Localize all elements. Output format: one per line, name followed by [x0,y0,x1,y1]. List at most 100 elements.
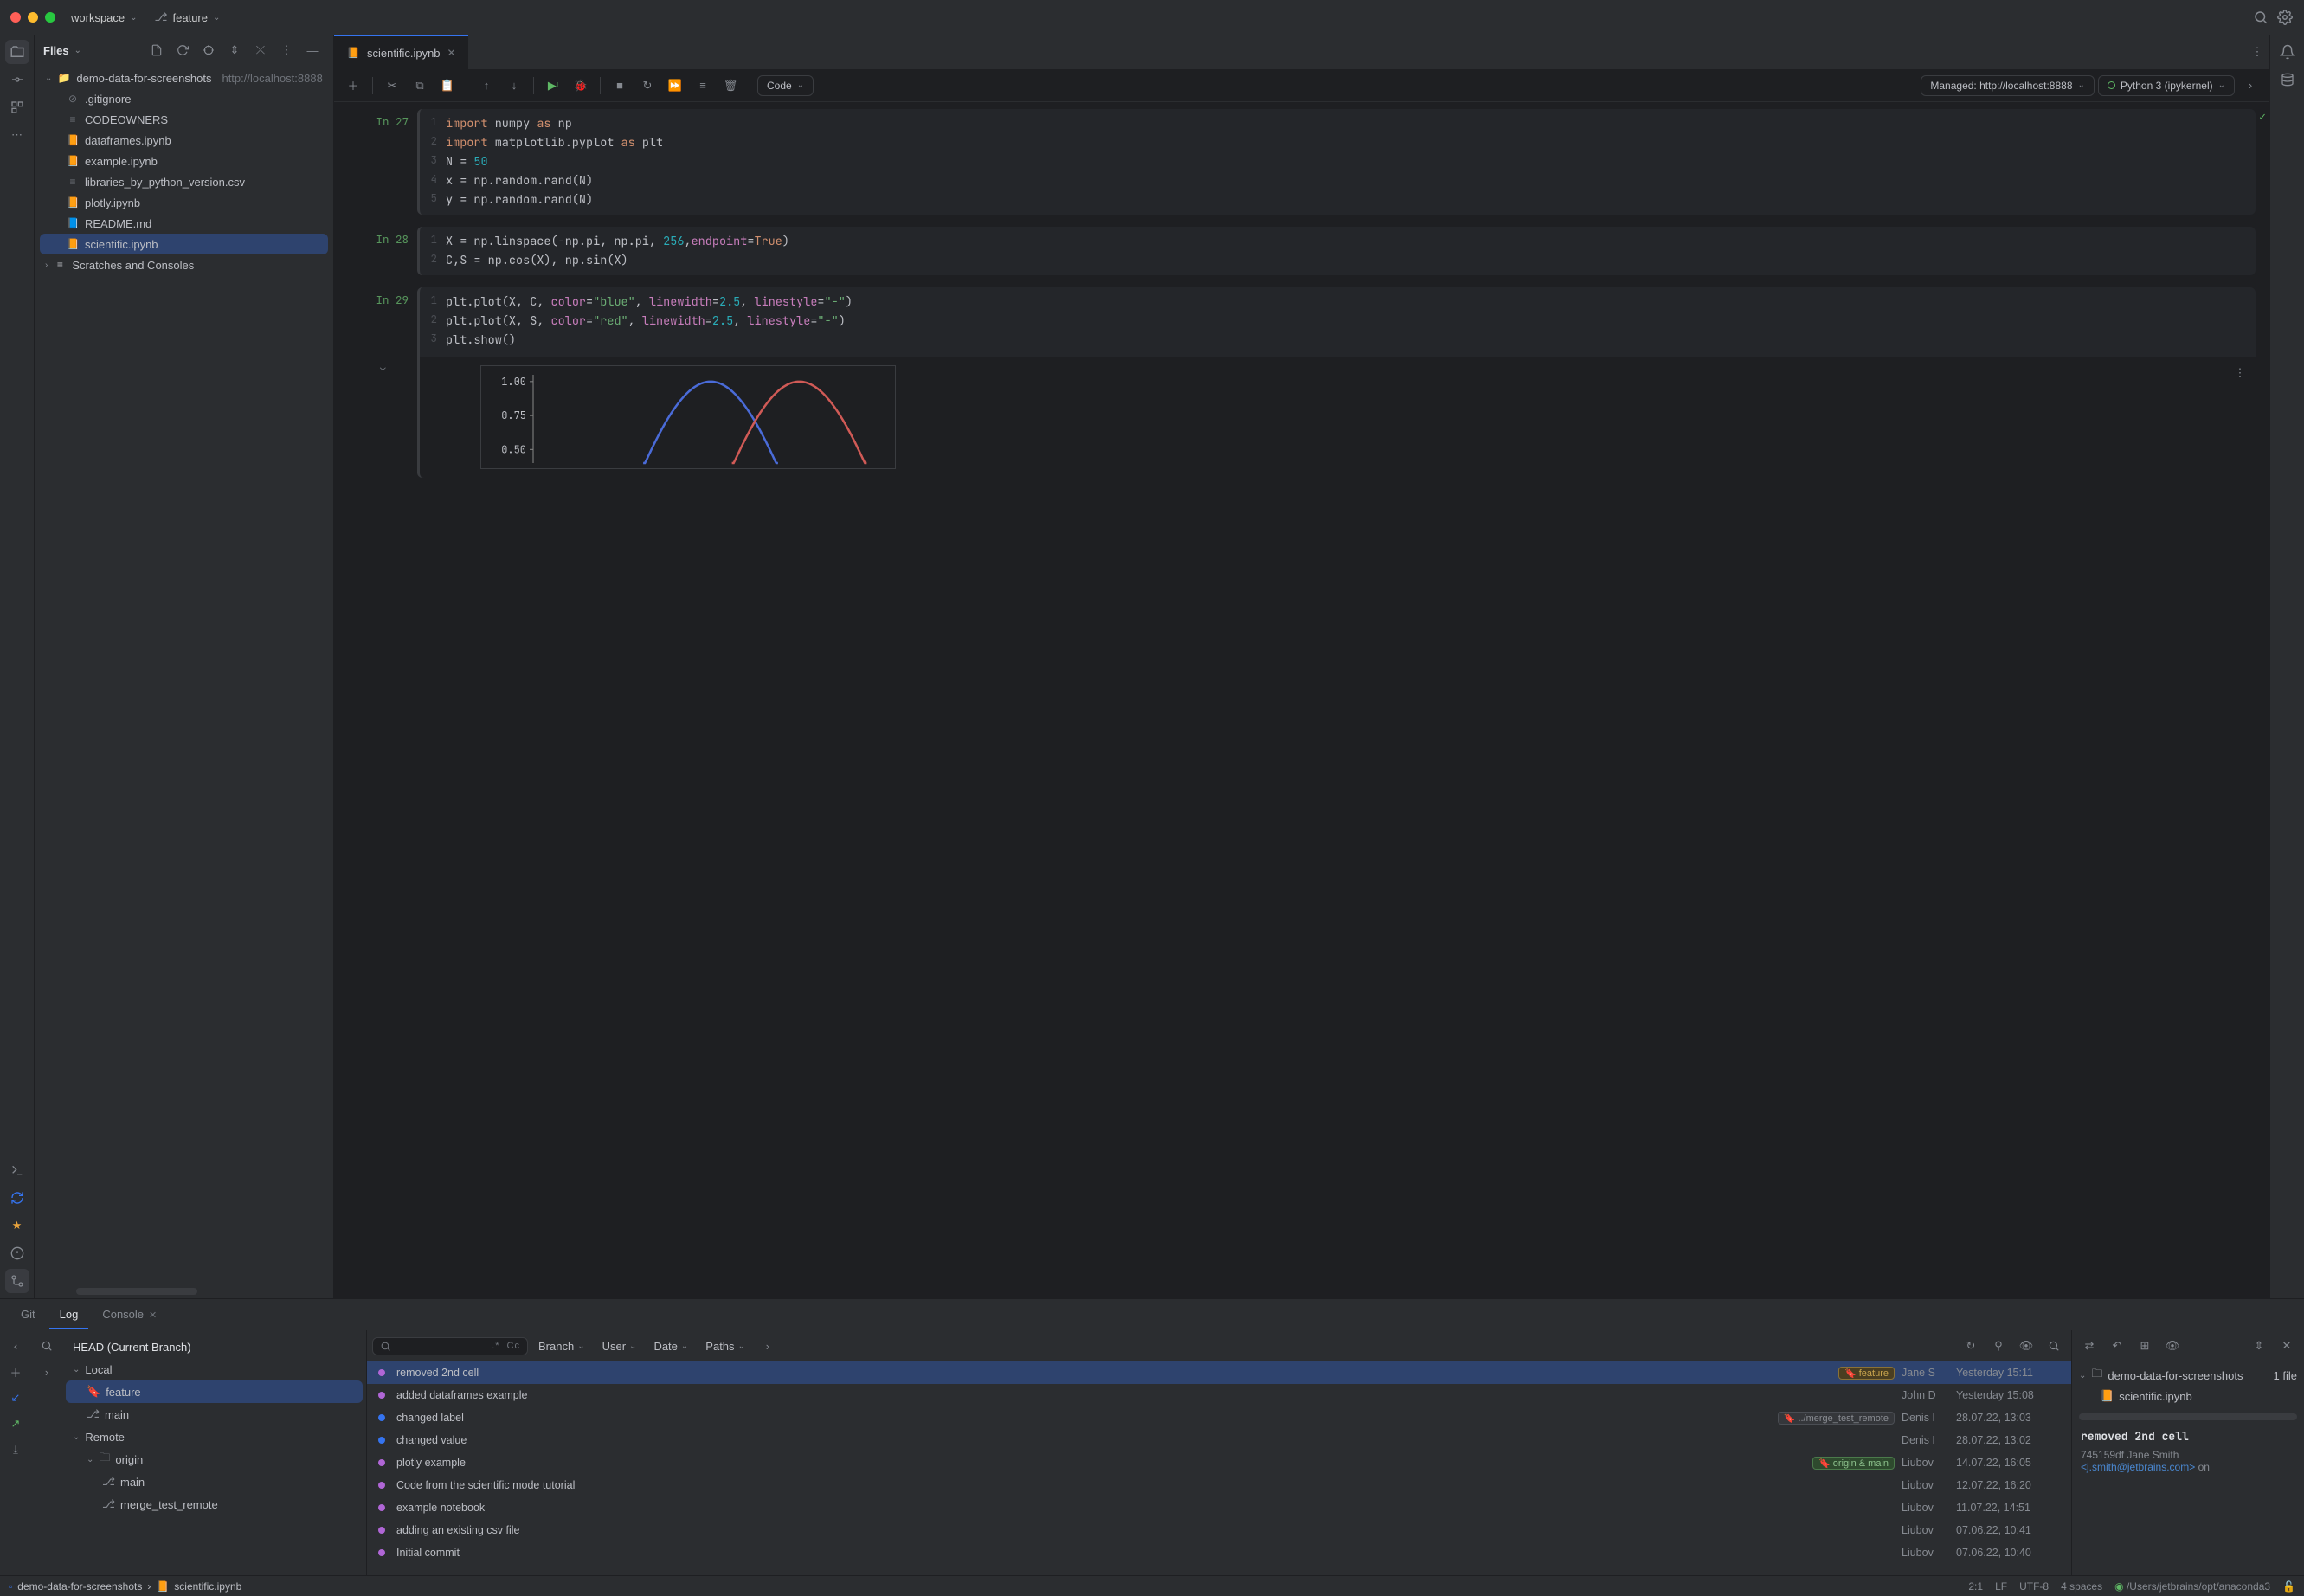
kernel-dropdown[interactable]: Python 3 (ipykernel) ⌄ [2098,75,2235,96]
date-filter[interactable]: Date⌄ [647,1337,695,1355]
group-icon[interactable]: ⊞ [2133,1334,2157,1358]
favorites-tool-icon[interactable]: ★ [5,1213,29,1238]
match-case-toggle[interactable]: Cc [507,1341,520,1351]
add-cell-icon[interactable]: ＋ [341,74,365,98]
window-close-icon[interactable] [10,12,21,23]
target-icon[interactable] [196,38,221,62]
encoding[interactable]: UTF-8 [2019,1580,2049,1593]
commit-row[interactable]: removed 2nd cell 🔖 feature Jane S Yester… [367,1361,2071,1384]
chevron-down-icon[interactable]: ⌄ [74,46,81,55]
file-CODEOWNERS[interactable]: ≡CODEOWNERS [40,109,328,130]
commit-row[interactable]: example notebook Liubov 11.07.22, 14:51 [367,1496,2071,1519]
lock-icon[interactable]: 🔓 [2282,1580,2295,1593]
line-separator[interactable]: LF [1995,1580,2007,1593]
project-tool-icon[interactable] [5,40,29,64]
tab-more-icon[interactable]: ⋮ [2245,40,2269,64]
stop-icon[interactable]: ■ [608,74,632,98]
editor-tab[interactable]: 📙 scientific.ipynb ✕ [334,35,468,69]
log-tab[interactable]: Log [49,1301,89,1329]
commit-row[interactable]: Code from the scientific mode tutorial L… [367,1474,2071,1496]
expand-details-icon[interactable]: ⇕ [2247,1334,2271,1358]
code-cell[interactable]: In 27 1import numpy as np2import matplot… [334,109,2256,215]
refresh-icon[interactable] [171,38,195,62]
expand-branches-icon[interactable]: › [35,1360,59,1384]
horizontal-scrollbar[interactable] [2079,1413,2297,1420]
search-branches-icon[interactable] [35,1334,59,1358]
window-zoom-icon[interactable] [45,12,55,23]
paths-filter[interactable]: Paths⌄ [698,1337,752,1355]
horizontal-scrollbar[interactable] [76,1288,197,1295]
add-remote-icon[interactable]: ＋ [3,1360,28,1384]
compare-icon[interactable]: ⇄ [2077,1334,2101,1358]
file--gitignore[interactable]: ⊘.gitignore [40,88,328,109]
fetch-icon[interactable]: ⤓ [3,1438,28,1462]
commit-row[interactable]: changed label 🔖 ../merge_test_remote Den… [367,1406,2071,1429]
file-scientific-ipynb[interactable]: 📙scientific.ipynb [40,234,328,254]
move-down-icon[interactable]: ↓ [502,74,526,98]
more-tool-icon[interactable]: ⋯ [5,123,29,147]
variables-icon[interactable]: ≡ [691,74,715,98]
close-tab-icon[interactable]: ✕ [447,47,456,59]
more-icon[interactable]: ⋮ [274,38,299,62]
paste-icon[interactable]: 📋 [435,74,460,98]
revert-icon[interactable]: ↶ [2105,1334,2129,1358]
commit-search-input[interactable]: .* Cc [372,1337,528,1355]
sync-tool-icon[interactable] [5,1186,29,1210]
run-cell-icon[interactable]: ▶I [541,74,565,98]
scratches-node[interactable]: › ≡ Scratches and Consoles [40,254,328,275]
search-icon[interactable] [2249,5,2273,29]
code-cell[interactable]: In 28 1X = np.linspace(-np.pi, np.pi, 25… [334,227,2256,275]
commit-row[interactable]: changed value Denis I 28.07.22, 13:02 [367,1429,2071,1451]
branch-selector[interactable]: ⎇ feature ⌄ [146,7,229,28]
cut-icon[interactable]: ✂ [380,74,404,98]
detail-file[interactable]: 📙 scientific.ipynb [2079,1386,2297,1406]
interpreter[interactable]: ◉ /Users/jetbrains/opt/anaconda3 [2114,1580,2270,1593]
remote-group[interactable]: ⌄ Remote [66,1425,363,1448]
show-icon[interactable]: 👁 [2160,1334,2185,1358]
move-up-icon[interactable]: ↑ [474,74,499,98]
project-root[interactable]: ⌄ 📁 demo-data-for-screenshots http://loc… [40,68,328,88]
structure-tool-icon[interactable] [5,95,29,119]
window-minimize-icon[interactable] [28,12,38,23]
commit-row[interactable]: Initial commit Liubov 07.06.22, 10:40 [367,1541,2071,1564]
hide-icon[interactable]: — [300,38,325,62]
git-tab[interactable]: Git [10,1301,46,1329]
crumb-file[interactable]: scientific.ipynb [174,1580,241,1593]
show-diff-icon[interactable]: 👁 [2014,1334,2038,1358]
commit-row[interactable]: adding an existing csv file Liubov 07.06… [367,1519,2071,1541]
caret-position[interactable]: 2:1 [1968,1580,1983,1593]
branch-main-local[interactable]: ⎇ main [66,1403,363,1425]
branch-feature[interactable]: 🔖 feature [66,1380,363,1403]
close-icon[interactable]: ✕ [149,1310,157,1321]
collapse-panel-icon[interactable]: ‹ [3,1334,28,1358]
settings-icon[interactable] [2273,5,2297,29]
file-libraries_by_python_version-csv[interactable]: ≡libraries_by_python_version.csv [40,171,328,192]
console-tab[interactable]: Console✕ [92,1301,167,1329]
local-group[interactable]: ⌄ Local [66,1358,363,1380]
delete-cell-icon[interactable]: 🗑 [718,74,743,98]
database-icon[interactable] [2275,68,2300,92]
head-branch-row[interactable]: HEAD (Current Branch) [66,1335,363,1358]
user-filter[interactable]: User⌄ [595,1337,644,1355]
origin-group[interactable]: ⌄ 🗀 origin [66,1448,363,1471]
run-all-icon[interactable]: ⏩ [663,74,687,98]
notifications-icon[interactable] [2275,40,2300,64]
problems-tool-icon[interactable] [5,1241,29,1265]
commit-row[interactable]: plotly example 🔖 origin & main Liubov 14… [367,1451,2071,1474]
regex-toggle[interactable]: .* [492,1341,499,1351]
branch-origin-main[interactable]: ⎇ main [66,1471,363,1493]
next-filter-icon[interactable]: › [756,1334,780,1358]
code-cell[interactable]: In 29 1plt.plot(X, C, color="blue", line… [334,287,2256,478]
expand-all-icon[interactable]: ⇕ [222,38,247,62]
branch-filter[interactable]: Branch⌄ [531,1337,592,1355]
branch-origin-merge-test[interactable]: ⎇ merge_test_remote [66,1493,363,1516]
collapse-output-icon[interactable]: ⌄ [380,362,386,374]
vcs-tool-icon[interactable] [5,1269,29,1293]
server-dropdown[interactable]: Managed: http://localhost:8888 ⌄ [1921,75,2095,96]
debug-cell-icon[interactable]: 🐞 [569,74,593,98]
commit-tool-icon[interactable] [5,68,29,92]
refresh-log-icon[interactable]: ↻ [1959,1334,1983,1358]
commit-row[interactable]: added dataframes example John D Yesterda… [367,1384,2071,1406]
cell-type-dropdown[interactable]: Code ⌄ [757,75,814,96]
file-example-ipynb[interactable]: 📙example.ipynb [40,151,328,171]
